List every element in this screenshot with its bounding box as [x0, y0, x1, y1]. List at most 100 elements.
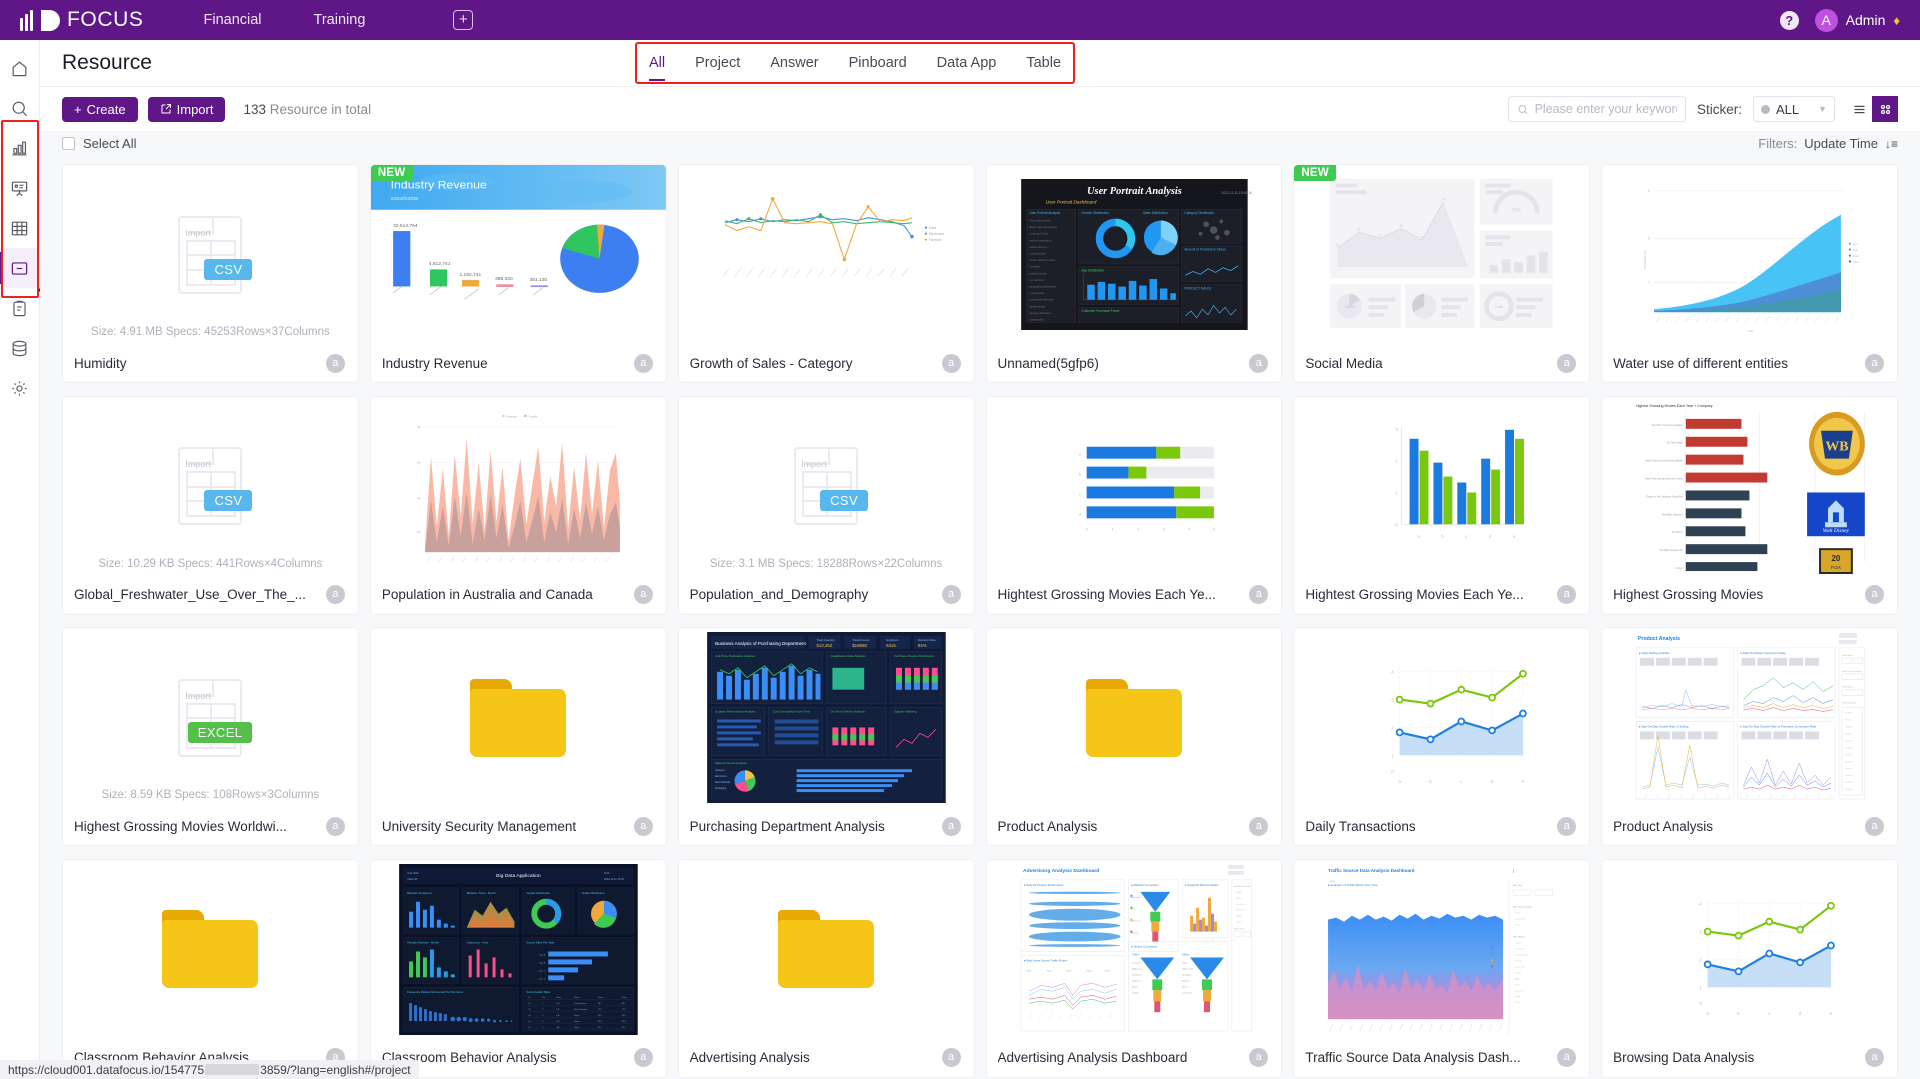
card-specs: Size: 3.1 MB Specs: 18288Rows×22Columns: [709, 557, 943, 570]
resource-card[interactable]: 3 2 1 0 a b c d e Hightest Grossing Movies Each…: [1293, 395, 1591, 615]
resource-card[interactable]: Big Data Application Year 2022 Class All T…: [369, 858, 667, 1078]
svg-text:c: c: [1461, 779, 1464, 784]
svg-text:100%: 100%: [1330, 880, 1335, 882]
resource-card[interactable]: 8 6 2 Freshwater use Year Agri Indu Muni Othe…: [1601, 164, 1898, 383]
svg-text:2.4K: 2.4K: [1495, 305, 1503, 309]
nav-item-training[interactable]: Training: [314, 12, 366, 28]
svg-text:Offline Leads: Offline Leads: [1182, 968, 1194, 970]
create-button[interactable]: + Create: [62, 96, 138, 122]
tab-data-app[interactable]: Data App: [937, 44, 997, 82]
browsing-data-line-chart-thumb: 4 3 2 1 0 a b c d e: [1602, 860, 1897, 1039]
resource-card[interactable]: University Security Management a: [369, 627, 667, 846]
resource-card[interactable]: Food Electronics Furniture Growth of Sal…: [677, 164, 975, 383]
bar-chart-icon: [12, 141, 27, 155]
svg-text:Advertising Analysis Dashboard: Advertising Analysis Dashboard: [1023, 867, 1099, 873]
import-button-label: Import: [176, 101, 214, 117]
resource-card[interactable]: Highest Grossing Movies Each Year + Comp…: [1601, 395, 1898, 615]
svg-text:Clicks: Clicks: [1130, 908, 1135, 910]
card-title: Population in Australia and Canada: [381, 587, 593, 602]
svg-text:fashion items in: fashion items in: [1029, 246, 1047, 249]
search-box[interactable]: [1507, 96, 1686, 122]
svg-text:Material Spend Analysis: Material Spend Analysis: [715, 761, 747, 765]
help-icon[interactable]: ?: [1779, 10, 1799, 30]
select-all-checkbox[interactable]: [62, 137, 75, 150]
sticker-select[interactable]: ALL ▼: [1753, 96, 1835, 122]
svg-text:Purchase: Purchase: [1132, 962, 1140, 964]
sidebar-item-home[interactable]: [0, 48, 40, 88]
resource-card[interactable]: Import CSV Size: 4.91 MB Specs: 45253Row…: [62, 164, 359, 383]
resource-card[interactable]: Advertising Analysis Dashboard ▸ Daily A…: [985, 858, 1283, 1078]
svg-text:Popup: Popup: [1235, 921, 1240, 923]
svg-text:Name: Name: [574, 1027, 579, 1029]
resource-card[interactable]: Import EXCEL Size: 8.59 KB Specs: 108Row…: [62, 627, 359, 846]
resource-card[interactable]: 4 3 2 1 0 a b c d e Daily Transactions a: [1293, 627, 1591, 846]
resource-card[interactable]: 8M 6M 4M 2M Australia Canada Population in …: [369, 395, 667, 615]
resource-card[interactable]: NEW 32 68 71 88 59 167 75% 100% 2.4K Soc…: [1293, 164, 1591, 383]
card-title: Purchasing Department Analysis: [689, 818, 885, 834]
resource-card[interactable]: Import CSV Size: 3.1 MB Specs: 18288Rows…: [677, 395, 975, 615]
add-tab-button[interactable]: +: [453, 10, 474, 30]
resource-card[interactable]: a b c d 0 1 2 3 4 5 Hightest Grossing Movies Eac…: [985, 395, 1283, 615]
card-thumbnail: Import CSV Size: 4.91 MB Specs: 45253Row…: [63, 165, 358, 344]
resource-card[interactable]: Product Analysis a: [985, 627, 1283, 846]
resource-card[interactable]: NEW Industry Revenue 2022/03/06 32,514,7…: [369, 164, 667, 383]
svg-text:Name: Name: [574, 997, 579, 999]
svg-text:Add to Cart: Add to Cart: [1132, 967, 1142, 970]
svg-text:Recognize: Recognize: [1132, 974, 1141, 976]
search-input[interactable]: [1534, 102, 1677, 116]
resource-card[interactable]: Business Analysis of Purchasing Departme…: [677, 627, 975, 846]
svg-text:Name: Name: [574, 1021, 579, 1023]
svg-text:▸ Daily Selling Quantity: ▸ Daily Selling Quantity: [1639, 651, 1670, 655]
stacked-hbar-chart-thumb: a b c d 0 1 2 3 4 5: [987, 397, 1282, 576]
resource-card[interactable]: Classroom Behavior Analysis a: [62, 858, 359, 1078]
svg-text:1: 1: [1111, 526, 1114, 531]
svg-text:Muni: Muni: [1853, 254, 1859, 258]
svg-text:2: 2: [1699, 957, 1702, 962]
tab-answer[interactable]: Answer: [770, 44, 818, 82]
sidebar-item-chart[interactable]: [0, 128, 40, 168]
import-button[interactable]: Import: [147, 96, 226, 122]
author-badge: a: [1249, 1048, 1269, 1067]
resource-card[interactable]: Import CSV Size: 10.29 KB Specs: 441Rows…: [62, 395, 359, 615]
svg-text:59: 59: [1421, 235, 1425, 239]
select-all-label[interactable]: Select All: [83, 136, 136, 151]
svg-text:Periodic Attention - Month: Periodic Attention - Month: [407, 940, 439, 944]
sidebar-item-pinboard[interactable]: [0, 168, 40, 208]
paired-vbar-chart-thumb: 3 2 1 0 a b c d e: [1294, 397, 1589, 576]
sidebar-item-table[interactable]: [0, 208, 40, 248]
sidebar-item-settings[interactable]: [0, 368, 40, 408]
sidebar-item-task[interactable]: [0, 288, 40, 328]
filter-value[interactable]: Update Time: [1804, 136, 1878, 151]
tab-all[interactable]: All: [649, 44, 666, 82]
resource-card[interactable]: Traffic Source Data Analysis Dashboard |…: [1293, 858, 1591, 1078]
svg-text:381,130: 381,130: [529, 277, 547, 282]
resource-card[interactable]: Advertising Analysis a: [677, 858, 975, 1078]
svg-text:Redirect: Redirect: [1182, 979, 1190, 982]
svg-text:1,192,741: 1,192,741: [459, 272, 481, 277]
svg-text:32,514,764: 32,514,764: [393, 223, 418, 228]
sidebar-item-search[interactable]: [0, 88, 40, 128]
app-logo[interactable]: FOCUS: [20, 8, 144, 32]
tab-table[interactable]: Table: [1026, 44, 1061, 82]
user-menu[interactable]: A Admin ♦: [1814, 8, 1900, 32]
search-icon: [12, 101, 28, 116]
card-thumbnail: [371, 628, 666, 807]
nav-item-financial[interactable]: Financial: [204, 12, 262, 28]
svg-text:|: |: [1513, 867, 1514, 872]
svg-text:Suppliers: Suppliers: [886, 638, 899, 642]
resource-card[interactable]: User Portrait Analysis User Portrait Das…: [985, 164, 1283, 383]
sidebar-item-resource[interactable]: [0, 248, 40, 288]
svg-text:32: 32: [1336, 243, 1340, 247]
resource-card[interactable]: 4 3 2 1 0 a b c d e Browsing Data Analysis a: [1601, 858, 1898, 1078]
svg-text:1: 1: [1396, 490, 1399, 495]
list-view-button[interactable]: [1846, 96, 1872, 122]
sort-descending-icon[interactable]: ↓≡: [1885, 137, 1898, 151]
resource-card[interactable]: Product Analysis ▸ Daily Selling Quantit…: [1601, 627, 1898, 846]
grid-view-button[interactable]: [1872, 96, 1898, 122]
card-footer: Hightest Grossing Movies Each Ye... a: [1294, 576, 1589, 614]
tab-project[interactable]: Project: [695, 44, 740, 82]
tab-pinboard[interactable]: Pinboard: [849, 44, 907, 82]
sidebar-item-datasource[interactable]: [0, 328, 40, 368]
svg-text:against sales: against sales: [1029, 319, 1044, 322]
svg-text:d: d: [1799, 1011, 1802, 1016]
